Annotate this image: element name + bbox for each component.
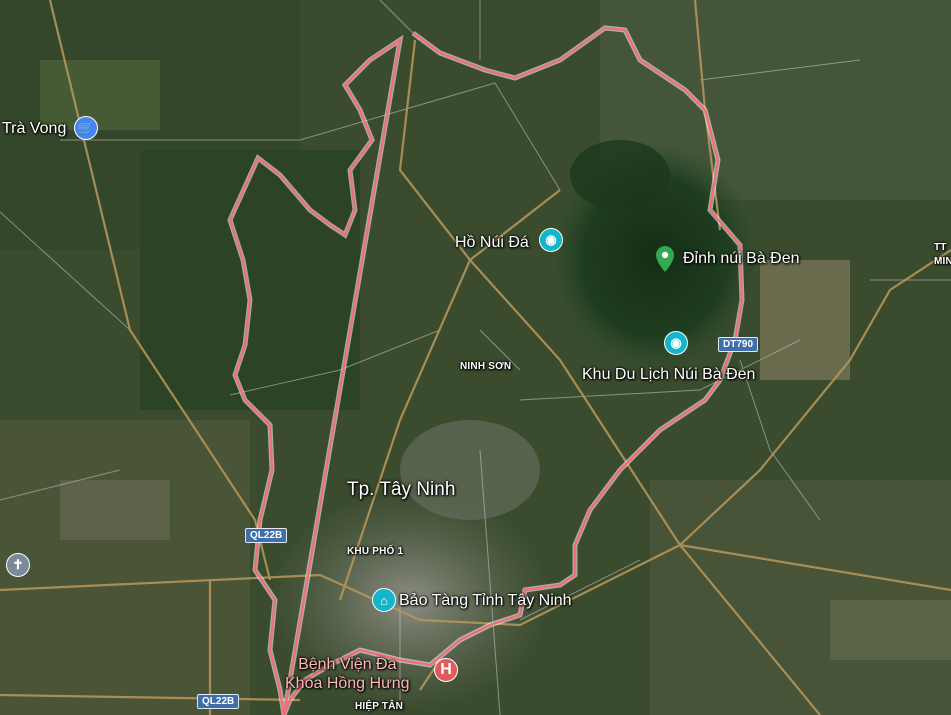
- map-view[interactable]: Trà Vong 🛒 Hồ Núi Đá ◉ Đỉnh núi Bà Đen D…: [0, 0, 951, 715]
- edge-label-tt: TT: [934, 242, 947, 253]
- place-label-bao-tang[interactable]: Bảo Tàng Tỉnh Tây Ninh: [399, 593, 572, 609]
- place-label-khu-du-lich[interactable]: Khu Du Lịch Núi Bà Đen: [582, 367, 755, 383]
- hospital-name-line-1: Bệnh Viện Đa: [298, 656, 397, 673]
- camera-icon[interactable]: ◉: [664, 331, 688, 355]
- place-label-ho-nui-da[interactable]: Hồ Núi Đá: [455, 235, 529, 251]
- camera-icon[interactable]: ◉: [539, 228, 563, 252]
- place-label-tra-vong[interactable]: Trà Vong: [2, 121, 66, 137]
- place-label-benh-vien[interactable]: Bệnh Viện Đa Khoa Hồng Hưng: [285, 655, 410, 693]
- route-shield-dt790: DT790: [718, 337, 759, 352]
- hospital-name-line-2: Khoa Hồng Hưng: [285, 675, 410, 692]
- museum-icon[interactable]: ⌂: [372, 588, 396, 612]
- place-label-dinh-nui-ba-den[interactable]: Đỉnh núi Bà Đen: [683, 251, 800, 267]
- area-label-hiep-tan: HIỆP TÂN: [355, 701, 404, 712]
- cross-icon[interactable]: ✝: [6, 553, 30, 577]
- area-label-khu-pho-1: KHU PHỐ 1: [347, 546, 404, 557]
- green-pin-icon[interactable]: [656, 246, 674, 272]
- shopping-cart-icon[interactable]: 🛒: [74, 116, 98, 140]
- hospital-icon[interactable]: H: [434, 658, 458, 682]
- area-label-ninh-son: NINH SƠN: [460, 361, 512, 372]
- route-shield-ql22b: QL22B: [245, 528, 288, 543]
- edge-label-min: MIN: [934, 256, 951, 267]
- city-label-tay-ninh[interactable]: Tp. Tây Ninh: [347, 480, 455, 499]
- route-shield-ql22b-lower: QL22B: [197, 694, 240, 709]
